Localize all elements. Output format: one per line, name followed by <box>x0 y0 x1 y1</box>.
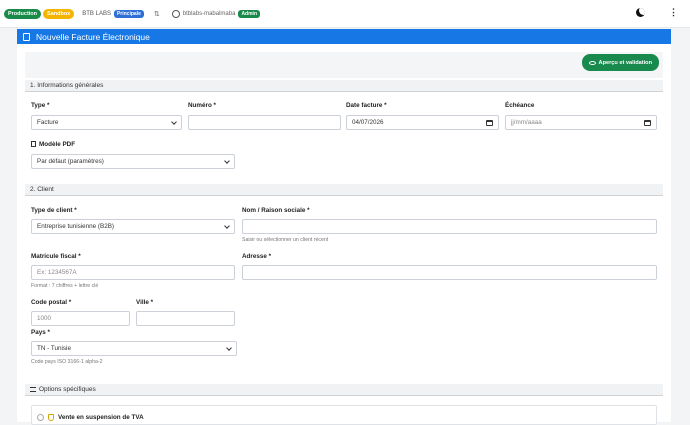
tva-suspension-option[interactable]: Vente en suspension de TVA <box>31 405 657 425</box>
tva-suspension-label: Vente en suspension de TVA <box>58 414 144 421</box>
user-role-badge: Admin <box>238 9 260 18</box>
nom-help-text: Saisir ou sélectionner un client récent <box>242 237 329 243</box>
calendar-icon[interactable] <box>486 120 493 126</box>
pays-label: Pays * <box>31 329 50 336</box>
section-options-header: Options spécifiques <box>25 384 663 396</box>
invoice-form: Aperçu et validation 1. Informations gén… <box>17 44 671 425</box>
code-postal-input[interactable]: 1000 <box>31 311 130 326</box>
section-client-header: 2. Client <box>25 184 663 196</box>
preview-validate-label: Aperçu et validation <box>598 59 652 66</box>
numero-label: Numéro * <box>188 102 216 109</box>
type-client-label: Type de client * <box>31 207 77 214</box>
modele-pdf-select[interactable]: Par défaut (paramètres) <box>31 154 235 169</box>
date-input-value: 04/07/2026 <box>352 119 384 126</box>
document-icon <box>23 32 30 41</box>
chevron-down-icon <box>171 119 177 125</box>
organization-badge: Principale <box>113 9 144 18</box>
ville-input[interactable] <box>136 311 235 326</box>
date-input[interactable]: 04/07/2026 <box>346 115 499 130</box>
adresse-label: Adresse * <box>242 253 272 260</box>
adresse-input[interactable] <box>242 265 657 280</box>
user-email: btblabs-mabalmaba <box>182 10 236 17</box>
organization-name: BTB LABS <box>82 10 111 17</box>
type-client-select[interactable]: Entreprise tunisienne (B2B) <box>31 219 235 234</box>
sandbox-env-label: Sandbox <box>47 10 71 17</box>
matricule-placeholder: Ex: 1234567A <box>37 269 77 276</box>
page-title: Nouvelle Facture Électronique <box>36 31 150 42</box>
numero-input[interactable] <box>188 115 341 130</box>
shield-icon <box>48 414 54 421</box>
type-label: Type * <box>31 102 50 109</box>
type-select[interactable]: Facture <box>31 115 182 130</box>
page-header: Nouvelle Facture Électronique <box>17 29 671 44</box>
user-icon <box>171 9 180 18</box>
chevron-down-icon <box>224 223 230 229</box>
modele-pdf-value: Par défaut (paramètres) <box>37 158 104 165</box>
eye-icon <box>588 60 596 65</box>
echeance-placeholder: jj/mm/aaaa <box>511 119 542 126</box>
production-env-label: Production <box>8 10 38 17</box>
matricule-input[interactable]: Ex: 1234567A <box>31 265 235 280</box>
calendar-icon[interactable] <box>644 120 651 126</box>
ville-label: Ville * <box>136 299 154 306</box>
code-postal-placeholder: 1000 <box>37 315 52 322</box>
nom-input[interactable] <box>242 219 657 234</box>
sandbox-env-badge[interactable]: Sandbox <box>43 8 75 19</box>
sliders-icon <box>30 387 36 392</box>
form-toolbar: Aperçu et validation <box>25 52 663 78</box>
pays-help-text: Code pays ISO 3166-1 alpha-2 <box>31 359 103 365</box>
top-navigation-bar: Production Sandbox BTB LABS Principale ⇅… <box>0 0 690 28</box>
tva-suspension-toggle[interactable] <box>37 414 44 421</box>
dark-mode-icon[interactable] <box>636 8 645 17</box>
chevron-down-icon <box>226 345 232 351</box>
code-postal-label: Code postal * <box>31 299 72 306</box>
nom-label: Nom / Raison sociale * <box>242 207 310 214</box>
type-client-value: Entreprise tunisienne (B2B) <box>37 223 115 230</box>
user-menu[interactable]: btblabs-mabalmaba Admin <box>171 9 260 18</box>
swap-icon[interactable]: ⇅ <box>154 10 160 18</box>
more-options-icon[interactable]: ⋮ <box>669 8 678 17</box>
chevron-down-icon <box>224 158 230 164</box>
modele-pdf-label: Modèle PDF <box>31 141 75 148</box>
production-env-badge[interactable]: Production <box>4 8 42 19</box>
section-general-info-header: 1. Informations générales <box>25 80 663 92</box>
organization-switcher[interactable]: BTB LABS Principale <box>82 9 144 18</box>
preview-validate-button[interactable]: Aperçu et validation <box>581 54 659 71</box>
modele-pdf-label-text: Modèle PDF <box>39 141 76 148</box>
echeance-input[interactable]: jj/mm/aaaa <box>505 115 657 130</box>
type-select-value: Facture <box>37 119 59 126</box>
matricule-help-text: Format : 7 chiffres + lettre clé <box>31 283 99 289</box>
pays-select[interactable]: TN - Tunisie <box>31 341 237 356</box>
pays-value: TN - Tunisie <box>37 345 71 352</box>
section-options-title: Options spécifiques <box>39 386 96 393</box>
matricule-label: Matricule fiscal * <box>31 253 81 260</box>
pdf-icon <box>31 141 36 147</box>
echeance-label: Échéance <box>505 102 535 109</box>
date-label: Date facture * <box>346 102 387 109</box>
top-right-actions: ⋮ <box>636 8 678 17</box>
